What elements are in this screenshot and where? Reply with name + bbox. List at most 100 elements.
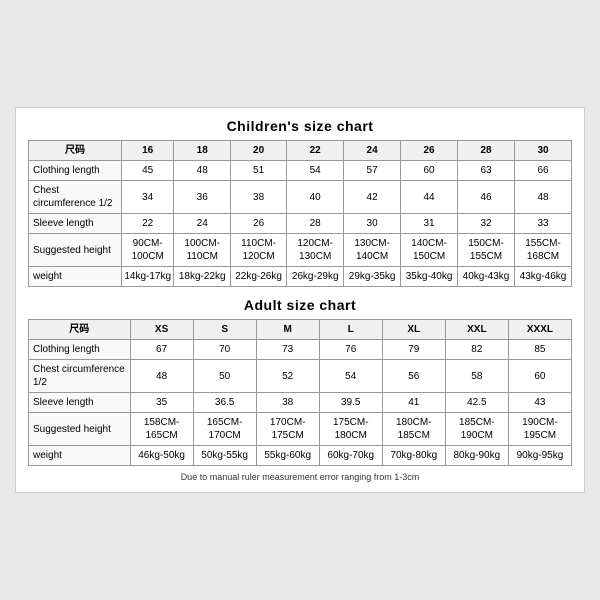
children-cell: 100CM-110CM [174, 234, 231, 267]
children-cell: 48 [515, 181, 572, 214]
adult-col-header-4: L [319, 320, 382, 340]
children-col-header-8: 30 [515, 141, 572, 161]
children-cell: 14kg-17kg [121, 267, 173, 287]
children-cell: 22 [121, 214, 173, 234]
children-cell: 46 [458, 181, 515, 214]
adult-cell: 82 [445, 340, 508, 360]
children-cell: 63 [458, 161, 515, 181]
adult-cell: 80kg-90kg [445, 446, 508, 466]
adult-col-header-0: 尺码 [29, 320, 131, 340]
children-cell: 22kg-26kg [230, 267, 286, 287]
children-table-row: weight14kg-17kg18kg-22kg22kg-26kg26kg-29… [29, 267, 572, 287]
children-cell: 90CM-100CM [121, 234, 173, 267]
adult-cell: 38 [256, 393, 319, 413]
children-cell: 54 [287, 161, 344, 181]
adult-cell: 70 [193, 340, 256, 360]
adult-col-header-1: XS [130, 320, 193, 340]
adult-cell: 90kg-95kg [508, 446, 571, 466]
adult-cell: 42.5 [445, 393, 508, 413]
adult-cell: 165CM-170CM [193, 413, 256, 446]
children-cell: 30 [344, 214, 401, 234]
children-col-header-0: 尺码 [29, 141, 122, 161]
children-cell: 18kg-22kg [174, 267, 231, 287]
adult-row-label: Sleeve length [29, 393, 131, 413]
children-table-row: Chest circumference 1/23436384042444648 [29, 181, 572, 214]
adult-table-row: Chest circumference 1/248505254565860 [29, 360, 572, 393]
children-col-header-4: 22 [287, 141, 344, 161]
adult-row-label: Chest circumference 1/2 [29, 360, 131, 393]
children-cell: 42 [344, 181, 401, 214]
adult-cell: 190CM-195CM [508, 413, 571, 446]
adult-cell: 67 [130, 340, 193, 360]
adult-table-row: Clothing length67707376798285 [29, 340, 572, 360]
adult-chart-title: Adult size chart [28, 297, 572, 313]
children-cell: 45 [121, 161, 173, 181]
children-cell: 60 [401, 161, 458, 181]
children-cell: 150CM-155CM [458, 234, 515, 267]
adult-cell: 46kg-50kg [130, 446, 193, 466]
children-col-header-3: 20 [230, 141, 286, 161]
children-cell: 34 [121, 181, 173, 214]
adult-cell: 60 [508, 360, 571, 393]
chart-container: Children's size chart 尺码 16 18 20 22 24 … [15, 107, 585, 493]
adult-cell: 73 [256, 340, 319, 360]
adult-row-label: Suggested height [29, 413, 131, 446]
children-cell: 40 [287, 181, 344, 214]
children-cell: 51 [230, 161, 286, 181]
children-cell: 29kg-35kg [344, 267, 401, 287]
adult-cell: 60kg-70kg [319, 446, 382, 466]
children-chart-title: Children's size chart [28, 118, 572, 134]
adult-cell: 55kg-60kg [256, 446, 319, 466]
adult-cell: 175CM-180CM [319, 413, 382, 446]
children-row-label: Clothing length [29, 161, 122, 181]
adult-col-header-2: S [193, 320, 256, 340]
adult-col-header-6: XXL [445, 320, 508, 340]
adult-cell: 170CM-175CM [256, 413, 319, 446]
children-table: 尺码 16 18 20 22 24 26 28 30 Clothing leng… [28, 140, 572, 287]
children-cell: 48 [174, 161, 231, 181]
footer-note: Due to manual ruler measurement error ra… [28, 472, 572, 482]
children-cell: 155CM-168CM [515, 234, 572, 267]
children-cell: 24 [174, 214, 231, 234]
adult-cell: 70kg-80kg [382, 446, 445, 466]
children-col-header-2: 18 [174, 141, 231, 161]
children-cell: 31 [401, 214, 458, 234]
children-col-header-6: 26 [401, 141, 458, 161]
children-cell: 140CM-150CM [401, 234, 458, 267]
adult-cell: 158CM-165CM [130, 413, 193, 446]
adult-cell: 43 [508, 393, 571, 413]
children-cell: 130CM-140CM [344, 234, 401, 267]
adult-col-header-7: XXXL [508, 320, 571, 340]
adult-cell: 48 [130, 360, 193, 393]
children-table-row: Sleeve length2224262830313233 [29, 214, 572, 234]
adult-cell: 58 [445, 360, 508, 393]
children-row-label: weight [29, 267, 122, 287]
adult-cell: 36.5 [193, 393, 256, 413]
adult-table-row: weight46kg-50kg50kg-55kg55kg-60kg60kg-70… [29, 446, 572, 466]
adult-cell: 85 [508, 340, 571, 360]
children-cell: 40kg-43kg [458, 267, 515, 287]
adult-table-row: Suggested height158CM-165CM165CM-170CM17… [29, 413, 572, 446]
children-col-header-5: 24 [344, 141, 401, 161]
children-col-header-7: 28 [458, 141, 515, 161]
adult-cell: 54 [319, 360, 382, 393]
children-cell: 120CM-130CM [287, 234, 344, 267]
children-cell: 33 [515, 214, 572, 234]
children-cell: 38 [230, 181, 286, 214]
adult-cell: 76 [319, 340, 382, 360]
adult-cell: 79 [382, 340, 445, 360]
children-cell: 43kg-46kg [515, 267, 572, 287]
children-col-header-1: 16 [121, 141, 173, 161]
adult-table: 尺码 XS S M L XL XXL XXXL Clothing length6… [28, 319, 572, 466]
adult-cell: 35 [130, 393, 193, 413]
adult-cell: 41 [382, 393, 445, 413]
children-row-label: Suggested height [29, 234, 122, 267]
children-cell: 66 [515, 161, 572, 181]
adult-col-header-3: M [256, 320, 319, 340]
adult-cell: 185CM-190CM [445, 413, 508, 446]
adult-cell: 180CM-185CM [382, 413, 445, 446]
children-cell: 110CM-120CM [230, 234, 286, 267]
children-cell: 44 [401, 181, 458, 214]
adult-row-label: weight [29, 446, 131, 466]
adult-cell: 39.5 [319, 393, 382, 413]
